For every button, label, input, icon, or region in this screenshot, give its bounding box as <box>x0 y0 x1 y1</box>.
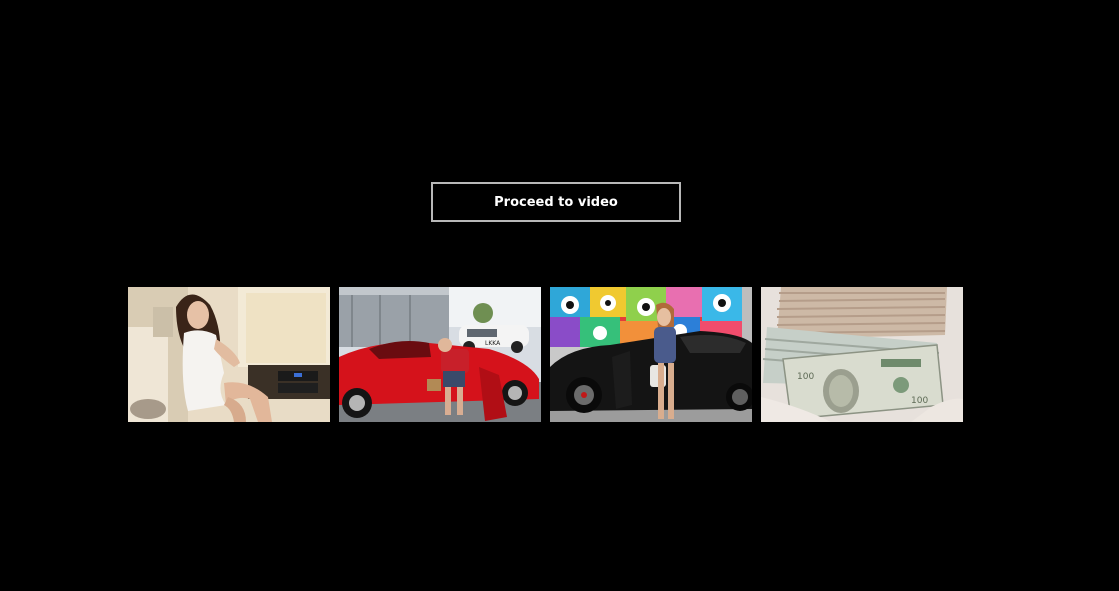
page: Proceed to video LKKA 100 100 <box>0 0 1119 591</box>
cash-stack-image: 100 100 <box>761 287 963 422</box>
svg-text:100: 100 <box>797 372 814 382</box>
thumbnail-red-sports-car[interactable]: LKKA <box>339 287 541 422</box>
woman-car-interior-image <box>128 287 330 422</box>
svg-text:LKKA: LKKA <box>485 340 501 347</box>
thumbnail-woman-car-interior[interactable] <box>128 287 330 422</box>
thumbnail-cash-stack[interactable]: 100 100 <box>761 287 963 422</box>
red-sports-car-image: LKKA <box>339 287 541 422</box>
thumbnail-woman-black-car-mural[interactable] <box>550 287 752 422</box>
thumbnail-strip: LKKA 100 100 <box>128 287 963 422</box>
proceed-to-video-button[interactable]: Proceed to video <box>431 182 681 222</box>
svg-text:100: 100 <box>911 396 928 406</box>
woman-black-car-mural-image <box>550 287 752 422</box>
